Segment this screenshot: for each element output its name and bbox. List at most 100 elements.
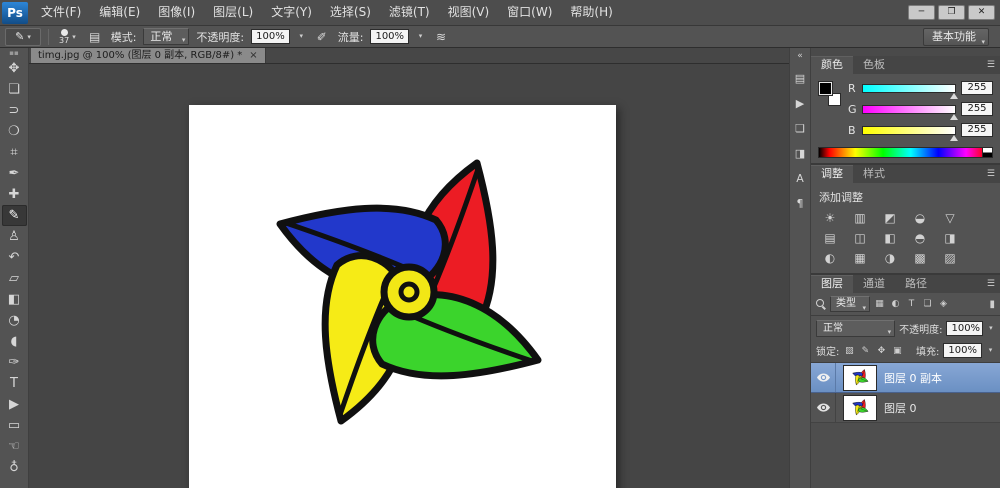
maximize-button[interactable]: ❐ bbox=[938, 5, 965, 20]
curves-icon[interactable]: ◩ bbox=[879, 210, 901, 226]
color-panel-menu-icon[interactable]: ☰ bbox=[982, 56, 1000, 74]
foreground-color-swatch[interactable] bbox=[819, 82, 832, 95]
type-layer-filter-icon[interactable]: T bbox=[905, 297, 918, 311]
document-canvas[interactable] bbox=[189, 105, 616, 488]
document-tab[interactable]: timg.jpg @ 100% (图层 0 副本, RGB/8#) * × bbox=[31, 48, 266, 63]
tab-channels[interactable]: 通道 bbox=[853, 275, 895, 293]
red-channel-value[interactable]: 255 bbox=[961, 81, 993, 95]
adjustments-panel-menu-icon[interactable]: ☰ bbox=[982, 165, 1000, 183]
eraser-tool[interactable]: ▱ bbox=[2, 268, 27, 289]
red-channel-slider[interactable] bbox=[862, 84, 956, 93]
exposure-icon[interactable]: ◒ bbox=[909, 210, 931, 226]
selective-color-icon[interactable]: ▨ bbox=[939, 250, 961, 266]
blue-channel-value[interactable]: 255 bbox=[961, 123, 993, 137]
properties-panel-icon[interactable]: ◨ bbox=[791, 145, 809, 161]
expand-panels-icon[interactable]: « bbox=[797, 51, 803, 61]
brush-preset-picker[interactable]: 37 bbox=[56, 27, 79, 47]
layer-visibility-cell[interactable] bbox=[811, 363, 836, 392]
tab-styles[interactable]: 样式 bbox=[853, 165, 895, 183]
invert-icon[interactable]: ◐ bbox=[819, 250, 841, 266]
canvas-area[interactable] bbox=[29, 64, 789, 488]
lock-transparent-icon[interactable]: ▨ bbox=[843, 344, 855, 357]
vibrance-icon[interactable]: ▽ bbox=[939, 210, 961, 226]
mini-bridge-panel-icon[interactable]: ▤ bbox=[791, 70, 809, 86]
rectangular-marquee-tool[interactable]: ❏ bbox=[2, 79, 27, 100]
layers-panel-menu-icon[interactable]: ☰ bbox=[982, 275, 1000, 293]
minimize-button[interactable]: ─ bbox=[908, 5, 935, 20]
opacity-field[interactable]: 100% bbox=[251, 29, 290, 44]
lock-all-icon[interactable]: ▣ bbox=[891, 344, 903, 357]
foreground-background-swatch[interactable] bbox=[818, 81, 842, 107]
black-white-icon[interactable]: ◧ bbox=[879, 230, 901, 246]
hand-tool[interactable]: ☜ bbox=[2, 436, 27, 457]
toggle-brush-panel-icon[interactable]: ▤ bbox=[86, 28, 104, 46]
lock-position-icon[interactable]: ✥ bbox=[875, 344, 887, 357]
pressure-opacity-icon[interactable]: ✐ bbox=[313, 28, 331, 46]
layer-filter-type-dropdown[interactable]: 类型 bbox=[830, 296, 870, 312]
quick-selection-tool[interactable]: ❍ bbox=[2, 121, 27, 142]
toolbar-grip[interactable]: ▪▪ bbox=[9, 49, 19, 58]
layer-row-original[interactable]: 图层 0 bbox=[811, 393, 1000, 423]
tool-preset-picker[interactable]: ✎ bbox=[5, 28, 41, 46]
tab-swatches[interactable]: 色板 bbox=[853, 56, 895, 74]
close-button[interactable]: ✕ bbox=[968, 5, 995, 20]
workspace-switcher[interactable]: 基本功能 bbox=[923, 28, 989, 46]
flow-dropdown-icon[interactable] bbox=[416, 29, 425, 44]
smart-object-filter-icon[interactable]: ◈ bbox=[937, 297, 950, 311]
green-channel-slider[interactable] bbox=[862, 105, 956, 114]
menu-layer[interactable]: 图层(L) bbox=[204, 0, 262, 25]
layer-visibility-cell[interactable] bbox=[811, 393, 836, 422]
history-brush-tool[interactable]: ↶ bbox=[2, 247, 27, 268]
layer-thumbnail[interactable] bbox=[843, 365, 877, 391]
gradient-map-icon[interactable]: ▩ bbox=[909, 250, 931, 266]
opacity-dropdown-icon[interactable] bbox=[297, 29, 306, 44]
color-spectrum-ramp[interactable] bbox=[818, 147, 993, 158]
layer-fill-dropdown-icon[interactable] bbox=[986, 343, 995, 358]
menu-view[interactable]: 视图(V) bbox=[439, 0, 499, 25]
blend-mode-dropdown[interactable]: 正常 bbox=[143, 28, 189, 45]
menu-help[interactable]: 帮助(H) bbox=[561, 0, 621, 25]
pen-tool[interactable]: ✑ bbox=[2, 352, 27, 373]
layer-thumbnail[interactable] bbox=[843, 395, 877, 421]
adjustment-layer-filter-icon[interactable]: ◐ bbox=[889, 297, 902, 311]
layer-fill-field[interactable]: 100% bbox=[943, 343, 982, 358]
gradient-tool[interactable]: ◧ bbox=[2, 289, 27, 310]
menu-filter[interactable]: 滤镜(T) bbox=[380, 0, 439, 25]
spot-healing-brush-tool[interactable]: ✚ bbox=[2, 184, 27, 205]
black-white-ramp[interactable] bbox=[982, 148, 992, 157]
layer-opacity-field[interactable]: 100% bbox=[946, 321, 982, 336]
lasso-tool[interactable]: ⊃ bbox=[2, 100, 27, 121]
menu-type[interactable]: 文字(Y) bbox=[262, 0, 321, 25]
zoom-tool[interactable]: ♁ bbox=[2, 457, 27, 478]
layer-blend-mode-dropdown[interactable]: 正常 bbox=[816, 320, 895, 337]
channel-mixer-icon[interactable]: ◨ bbox=[939, 230, 961, 246]
menu-window[interactable]: 窗口(W) bbox=[498, 0, 561, 25]
blue-channel-slider[interactable] bbox=[862, 126, 956, 135]
green-channel-value[interactable]: 255 bbox=[961, 102, 993, 116]
lock-pixels-icon[interactable]: ✎ bbox=[859, 344, 871, 357]
type-tool[interactable]: T bbox=[2, 373, 27, 394]
threshold-icon[interactable]: ◑ bbox=[879, 250, 901, 266]
brush-tool[interactable]: ✎ bbox=[2, 205, 27, 226]
shape-tool[interactable]: ▭ bbox=[2, 415, 27, 436]
pixel-layer-filter-icon[interactable]: ▦ bbox=[873, 297, 886, 311]
clone-stamp-tool[interactable]: ♙ bbox=[2, 226, 27, 247]
crop-tool[interactable]: ⌗ bbox=[2, 142, 27, 163]
layer-name[interactable]: 图层 0 副本 bbox=[884, 370, 942, 386]
airbrush-icon[interactable]: ≋ bbox=[432, 28, 450, 46]
tab-adjustments[interactable]: 调整 bbox=[811, 165, 853, 183]
flow-field[interactable]: 100% bbox=[370, 29, 409, 44]
photo-filter-icon[interactable]: ◓ bbox=[909, 230, 931, 246]
blur-tool[interactable]: ◔ bbox=[2, 310, 27, 331]
eyedropper-tool[interactable]: ✒ bbox=[2, 163, 27, 184]
character-panel-icon[interactable]: A bbox=[791, 170, 809, 186]
menu-edit[interactable]: 编辑(E) bbox=[90, 0, 149, 25]
tab-color[interactable]: 颜色 bbox=[811, 56, 853, 74]
layer-row-copy[interactable]: 图层 0 副本 bbox=[811, 363, 1000, 393]
actions-panel-icon[interactable]: ▶ bbox=[791, 95, 809, 111]
menu-select[interactable]: 选择(S) bbox=[321, 0, 380, 25]
tab-paths[interactable]: 路径 bbox=[895, 275, 937, 293]
path-selection-tool[interactable]: ▶ bbox=[2, 394, 27, 415]
menu-file[interactable]: 文件(F) bbox=[32, 0, 90, 25]
move-tool[interactable]: ✥ bbox=[2, 58, 27, 79]
